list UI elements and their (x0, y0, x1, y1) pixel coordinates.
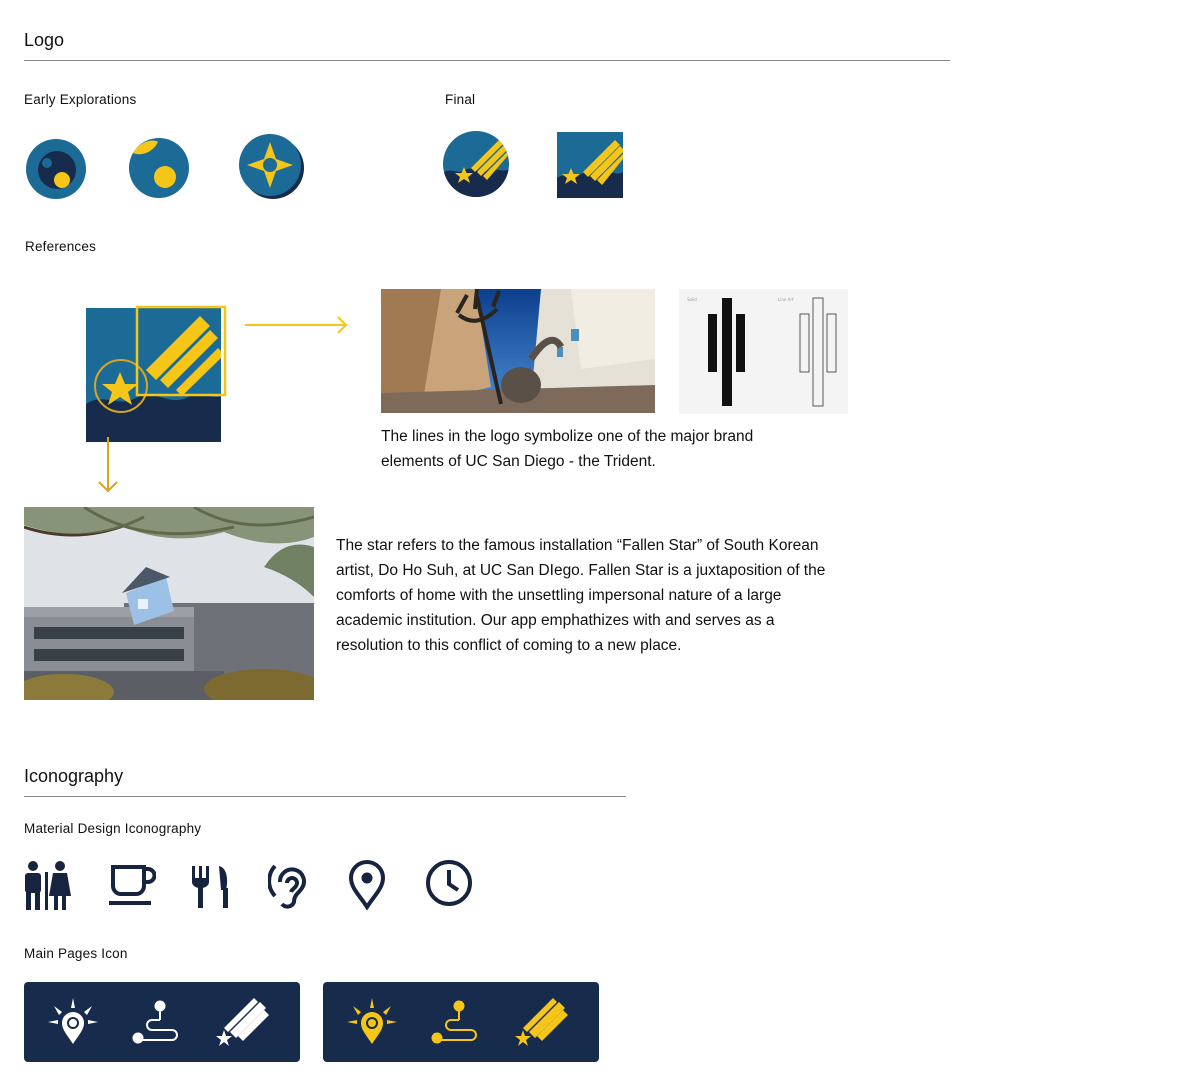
clock-icon (426, 860, 472, 906)
arrow-down-icon (98, 437, 118, 493)
early-exploration-logo-2 (129, 138, 189, 198)
restaurant-icon (192, 866, 228, 908)
trident-reference-sheet: Solid Line Art (679, 289, 848, 414)
route-icon[interactable] (128, 998, 182, 1048)
coffee-icon (109, 865, 156, 905)
annotated-logo-diagram (86, 305, 227, 442)
trident-description: The lines in the logo symbolize one of t… (381, 428, 754, 470)
main-pages-icons-yellow (323, 982, 599, 1062)
early-exploration-logo-3 (239, 134, 304, 199)
final-logo-square (557, 132, 623, 198)
references-label: References (25, 239, 97, 254)
restroom-icon (25, 861, 71, 910)
main-pages-icons-white (24, 982, 300, 1062)
arrow-right-icon (245, 316, 348, 334)
shooting-star-icon[interactable] (511, 994, 571, 1050)
fallen-star-photo (24, 507, 314, 700)
final-label: Final (445, 92, 476, 107)
material-design-label: Material Design Iconography (24, 821, 202, 836)
fallen-star-description: The star refers to the famous installati… (336, 537, 826, 654)
final-logo-round (443, 131, 509, 197)
iconography-divider (24, 796, 626, 797)
trident-solid-caption: Solid (687, 297, 697, 302)
trident-statue-photo (381, 289, 655, 413)
explore-icon[interactable] (46, 996, 100, 1048)
explore-icon[interactable] (345, 996, 399, 1048)
trident-line-caption: Line Art (778, 297, 794, 302)
logo-divider (24, 60, 950, 61)
early-exploration-logo-1 (26, 139, 86, 199)
early-explorations-label: Early Explorations (24, 92, 137, 107)
iconography-heading: Iconography (24, 766, 124, 786)
route-icon[interactable] (427, 998, 481, 1048)
logo-heading: Logo (24, 30, 65, 50)
shooting-star-icon[interactable] (212, 994, 272, 1050)
location-pin-icon (348, 860, 386, 910)
main-pages-label: Main Pages Icon (24, 946, 128, 961)
hearing-icon (268, 864, 306, 909)
